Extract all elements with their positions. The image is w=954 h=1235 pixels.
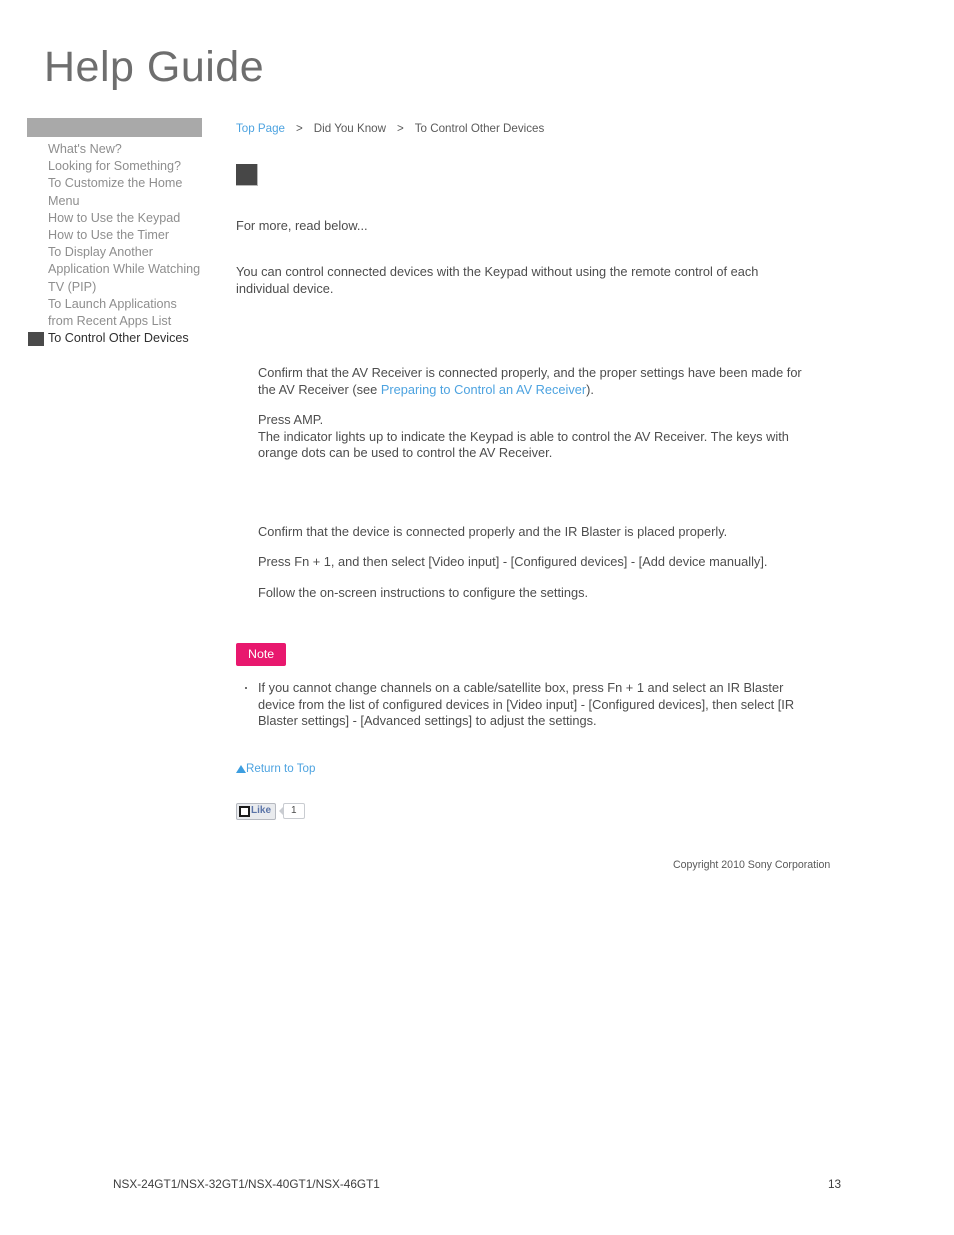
sidebar-item-how-to-use-keypad[interactable]: How to Use the Keypad [27, 210, 202, 227]
section-av-receiver: Confirm that the AV Receiver is connecte… [258, 365, 818, 462]
copyright-notice: Copyright 2010 Sony Corporation [673, 859, 831, 871]
section-other-device: Confirm that the device is connected pro… [258, 524, 818, 602]
sidebar-item-control-other-devices[interactable]: To Control Other Devices [27, 330, 202, 347]
current-item-marker-icon [28, 332, 44, 347]
triangle-up-icon [236, 764, 246, 773]
main-content: Top Page > Did You Know > To Control Other D… [236, 118, 896, 820]
like-widget: Like 1 [236, 802, 896, 820]
sidebar-item-whats-new[interactable]: What's New? [27, 141, 202, 158]
note-badge: Note [236, 643, 287, 667]
sidebar-item-label: Looking for Something? [48, 159, 182, 174]
breadcrumb-separator: > [396, 122, 404, 135]
other-device-paragraph-3: Follow the on-screen instructions to con… [258, 584, 589, 600]
link-preparing-to-control-an-av-receiver[interactable]: Preparing to Control an AV Receiver [381, 382, 586, 397]
breadcrumb-item-current: To Control Other Devices [414, 122, 545, 135]
thumbs-up-icon [239, 805, 250, 817]
other-device-paragraph-2: Press Fn + 1, and then select [Video inp… [258, 554, 768, 569]
return-to-top-label: Return to Top [246, 761, 316, 775]
masthead: Help Guide [44, 46, 444, 100]
like-count-bubble: 1 [279, 803, 305, 820]
sidebar-item-label: To Launch Applications from Recent Apps … [48, 296, 177, 329]
footer-page-number: 13 [828, 1177, 842, 1191]
sidebar-item-how-to-use-timer[interactable]: How to Use the Timer [27, 227, 202, 244]
like-count-value: 1 [283, 803, 305, 820]
return-to-top-link[interactable]: Return to Top [236, 762, 315, 776]
note-list-item-text: If you cannot change channels on a cable… [258, 680, 795, 729]
breadcrumb-separator: > [296, 122, 303, 135]
sidebar-item-launch-applications-recent-apps[interactable]: To Launch Applications from Recent Apps … [27, 296, 202, 330]
sidebar-item-label: To Control Other Devices [48, 331, 189, 346]
breadcrumb-link-top-page[interactable]: Top Page [236, 122, 285, 135]
sidebar-item-label: To Display Another Application While Wat… [48, 245, 201, 294]
bullet-icon [245, 687, 247, 690]
av-receiver-paragraph-2: Press AMP. The indicator lights up to in… [258, 412, 818, 462]
note-list-item: If you cannot change channels on a cable… [236, 680, 806, 730]
broken-image-placeholder-icon [236, 164, 258, 186]
other-device-paragraph-1: Confirm that the device is connected pro… [258, 523, 728, 539]
sidebar-item-customize-home-menu[interactable]: To Customize the Home Menu [27, 175, 202, 209]
footer-model-numbers: NSX-24GT1/NSX-32GT1/NSX-40GT1/NSX-46GT1 [113, 1177, 380, 1191]
breadcrumb: Top Page > Did You Know > To Control Other D… [236, 118, 896, 136]
av-receiver-press-amp-line: Press AMP. [258, 412, 324, 427]
av-receiver-paragraph-1: Confirm that the AV Receiver is connecte… [258, 365, 818, 398]
like-button-label: Like [251, 805, 272, 817]
sidebar: What's New? Looking for Something? To Cu… [27, 118, 202, 363]
note-list: If you cannot change channels on a cable… [236, 680, 806, 730]
sidebar-item-display-another-application-pip[interactable]: To Display Another Application While Wat… [27, 244, 202, 296]
intro-line: For more, read below... [236, 218, 368, 233]
intro-paragraph: You can control connected devices with t… [236, 264, 759, 296]
facebook-like-button[interactable]: Like [236, 802, 277, 820]
breadcrumb-item-did-you-know[interactable]: Did You Know [314, 122, 386, 135]
sidebar-item-label: What's New? [48, 142, 122, 156]
sidebar-item-label: How to Use the Keypad [48, 210, 181, 225]
av-receiver-text-after-link: ). [586, 381, 594, 397]
sidebar-item-label: To Customize the Home Menu [48, 176, 183, 208]
sidebar-header-bar [27, 118, 202, 137]
caret-left-icon [279, 807, 284, 816]
page-title: Help Guide [44, 43, 265, 91]
av-receiver-indicator-line: The indicator lights up to indicate the … [258, 428, 789, 461]
sidebar-nav: What's New? Looking for Something? To Cu… [27, 141, 202, 347]
sidebar-item-looking-for-something[interactable]: Looking for Something? [27, 158, 202, 175]
sidebar-item-label: How to Use the Timer [48, 228, 170, 243]
note-block: Note If you cannot change channels on a … [236, 643, 896, 730]
